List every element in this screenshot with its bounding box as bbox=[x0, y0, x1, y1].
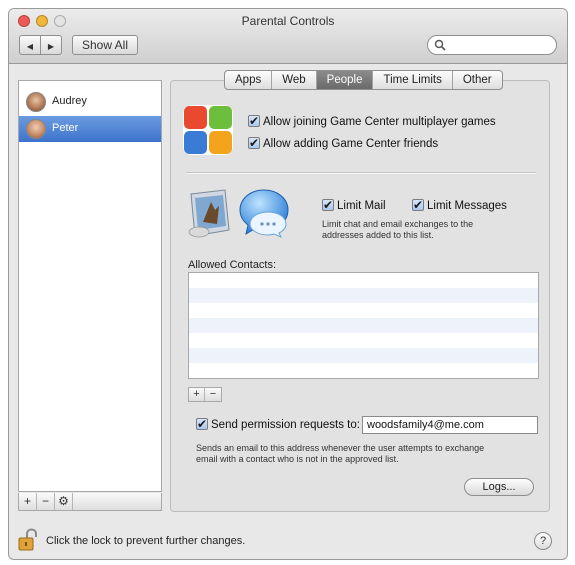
remove-user-button[interactable]: − bbox=[37, 493, 55, 510]
gear-icon: ⚙ bbox=[58, 494, 69, 508]
checkbox[interactable] bbox=[196, 416, 208, 432]
search-icon bbox=[434, 39, 446, 51]
allowed-contacts-label: Allowed Contacts: bbox=[188, 259, 277, 271]
permission-note-line2: email with a contact who is not in the a… bbox=[196, 454, 399, 464]
show-all-button[interactable]: Show All bbox=[72, 35, 138, 55]
gear-menu-button[interactable]: ⚙ bbox=[55, 493, 73, 510]
add-contact-button[interactable]: + bbox=[189, 388, 205, 401]
user-name: Audrey bbox=[52, 95, 87, 107]
checkbox[interactable] bbox=[412, 197, 424, 213]
forward-button[interactable]: ▶ bbox=[40, 35, 62, 55]
limit-description-line2: addresses added to this list. bbox=[322, 230, 434, 240]
messages-icon bbox=[239, 189, 289, 238]
add-user-button[interactable]: + bbox=[19, 493, 37, 510]
checkbox-label: Send permission requests to: bbox=[211, 419, 360, 431]
mail-icon bbox=[188, 189, 230, 238]
help-button[interactable]: ? bbox=[534, 532, 552, 550]
window-title: Parental Controls bbox=[241, 14, 335, 28]
avatar bbox=[26, 92, 46, 112]
checkbox-label: Allow joining Game Center multiplayer ga… bbox=[263, 116, 496, 128]
forward-icon: ▶ bbox=[47, 42, 55, 51]
back-button[interactable]: ◀ bbox=[19, 35, 41, 55]
tab-other[interactable]: Other bbox=[453, 71, 502, 89]
section-divider bbox=[186, 172, 536, 174]
checkbox-label: Limit Messages bbox=[427, 200, 507, 212]
back-icon: ◀ bbox=[26, 42, 34, 51]
user-list[interactable]: Audrey Peter bbox=[18, 80, 162, 492]
title-bar: Parental Controls ◀ ▶ Show All bbox=[9, 9, 567, 64]
checkbox[interactable] bbox=[248, 113, 260, 129]
tab-people[interactable]: People bbox=[316, 71, 374, 89]
contacts-buttons: + − bbox=[188, 387, 222, 402]
remove-contact-button[interactable]: − bbox=[205, 388, 221, 401]
lock-icon[interactable] bbox=[18, 528, 38, 552]
tab-time-limits[interactable]: Time Limits bbox=[373, 71, 453, 89]
allowed-contacts-list[interactable] bbox=[188, 272, 539, 379]
checkbox-label: Limit Mail bbox=[337, 200, 386, 212]
tab-bar: Apps Web People Time Limits Other bbox=[224, 70, 503, 90]
checkbox-label: Allow adding Game Center friends bbox=[263, 138, 439, 150]
user-item-audrey[interactable]: Audrey bbox=[19, 89, 161, 115]
permission-email-field[interactable]: woodsfamily4@me.com bbox=[362, 416, 538, 434]
avatar bbox=[26, 119, 46, 139]
user-item-peter[interactable]: Peter bbox=[19, 116, 161, 142]
game-center-icon bbox=[183, 105, 233, 155]
checkbox[interactable] bbox=[322, 197, 334, 213]
tab-apps[interactable]: Apps bbox=[225, 71, 273, 89]
search-input[interactable] bbox=[427, 35, 557, 55]
checkbox[interactable] bbox=[248, 135, 260, 151]
limit-description-line1: Limit chat and email exchanges to the bbox=[322, 219, 474, 229]
permission-note-line1: Sends an email to this address whenever … bbox=[196, 443, 485, 453]
user-list-buttons: + − ⚙ bbox=[18, 493, 162, 511]
user-name: Peter bbox=[52, 122, 79, 134]
tab-web[interactable]: Web bbox=[272, 71, 317, 89]
lock-message: Click the lock to prevent further change… bbox=[46, 535, 246, 547]
logs-button[interactable]: Logs... bbox=[464, 478, 534, 496]
